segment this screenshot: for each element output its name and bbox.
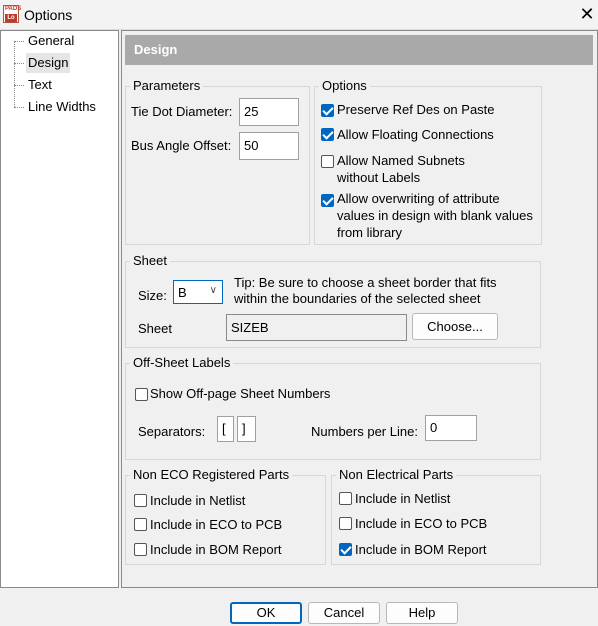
non-elec-netlist-checkbox[interactable] [339, 492, 352, 505]
non-elec-bom-label: Include in BOM Report [355, 542, 487, 557]
non-eco-bom-checkbox[interactable] [134, 543, 147, 556]
sheet-size-select[interactable]: B ∨ [173, 280, 223, 304]
close-icon[interactable]: ✕ [578, 4, 596, 24]
non-eco-eco-pcb-label: Include in ECO to PCB [150, 517, 283, 532]
title-bar [0, 0, 598, 30]
preserve-ref-des-checkbox[interactable] [321, 104, 334, 117]
allow-overwriting-label-3: from library [337, 225, 403, 240]
show-offpage-checkbox[interactable] [135, 388, 148, 401]
allow-named-subnets-checkbox[interactable] [321, 155, 334, 168]
bus-angle-label: Bus Angle Offset: [131, 138, 232, 153]
page-title: Design [125, 35, 593, 65]
cancel-button[interactable]: Cancel [308, 602, 380, 624]
non-elec-eco-pcb-checkbox[interactable] [339, 517, 352, 530]
help-button[interactable]: Help [386, 602, 458, 624]
non-eco-eco-pcb-checkbox[interactable] [134, 518, 147, 531]
allow-floating-checkbox[interactable] [321, 128, 334, 141]
separator-close-input[interactable]: ] [237, 416, 256, 442]
choose-button[interactable]: Choose... [412, 313, 498, 340]
sheet-tip-line-1: Tip: Be sure to choose a sheet border th… [234, 275, 497, 290]
options-tree: General Design Text Line Widths [0, 30, 119, 588]
ok-button[interactable]: OK [230, 602, 302, 624]
sheet-label: Sheet [138, 321, 172, 336]
numbers-per-line-label: Numbers per Line: [311, 424, 418, 439]
allow-overwriting-checkbox[interactable] [321, 194, 334, 207]
preserve-ref-des-label: Preserve Ref Des on Paste [337, 102, 495, 117]
allow-overwriting-label-1: Allow overwriting of attribute [337, 191, 500, 206]
tree-item-label: General [28, 33, 75, 48]
offsheet-group [125, 363, 541, 460]
sheet-legend: Sheet [130, 253, 170, 268]
non-eco-legend: Non ECO Registered Parts [130, 467, 293, 482]
sheet-tip-line-2: within the boundaries of the selected sh… [234, 291, 481, 306]
offsheet-legend: Off-Sheet Labels [130, 355, 234, 370]
tie-dot-diameter-input[interactable]: 25 [239, 98, 299, 126]
app-icon-text-top: PADS [5, 6, 22, 12]
sheet-size-value: B [178, 285, 187, 300]
tree-dots [14, 85, 24, 86]
size-label: Size: [138, 288, 167, 303]
sheet-field: SIZEB [226, 314, 407, 341]
separators-label: Separators: [138, 424, 206, 439]
allow-floating-label: Allow Floating Connections [337, 127, 494, 142]
non-eco-netlist-label: Include in Netlist [150, 493, 246, 508]
parameters-legend: Parameters [130, 78, 204, 93]
separator-open-input[interactable]: [ [217, 416, 234, 442]
app-icon-text-bottom: Lo [5, 14, 17, 22]
tree-item-label: Text [28, 77, 52, 92]
non-elec-bom-checkbox[interactable] [339, 543, 352, 556]
show-offpage-label: Show Off-page Sheet Numbers [150, 386, 331, 401]
tree-connector [14, 41, 15, 107]
tree-dots [14, 41, 24, 42]
non-elec-eco-pcb-label: Include in ECO to PCB [355, 516, 488, 531]
tree-dots [14, 63, 24, 64]
pads-logo-icon: PADS Lo [3, 5, 22, 23]
allow-named-subnets-label-2: without Labels [337, 170, 421, 185]
allow-overwriting-label-2: values in design with blank values [337, 208, 533, 223]
tree-dots [14, 107, 24, 108]
options-legend: Options [319, 78, 370, 93]
non-eco-bom-label: Include in BOM Report [150, 542, 282, 557]
numbers-per-line-input[interactable]: 0 [425, 415, 477, 441]
chevron-down-icon: ∨ [209, 285, 217, 296]
bus-angle-offset-input[interactable]: 50 [239, 132, 299, 160]
tie-dot-label: Tie Dot Diameter: [131, 104, 233, 119]
allow-named-subnets-label-1: Allow Named Subnets [337, 153, 465, 168]
window-title: Options [24, 7, 73, 23]
tree-item-label: Design [26, 53, 71, 73]
tree-item-label: Line Widths [28, 99, 96, 114]
non-eco-netlist-checkbox[interactable] [134, 494, 147, 507]
non-elec-netlist-label: Include in Netlist [355, 491, 451, 506]
non-electrical-legend: Non Electrical Parts [336, 467, 457, 482]
